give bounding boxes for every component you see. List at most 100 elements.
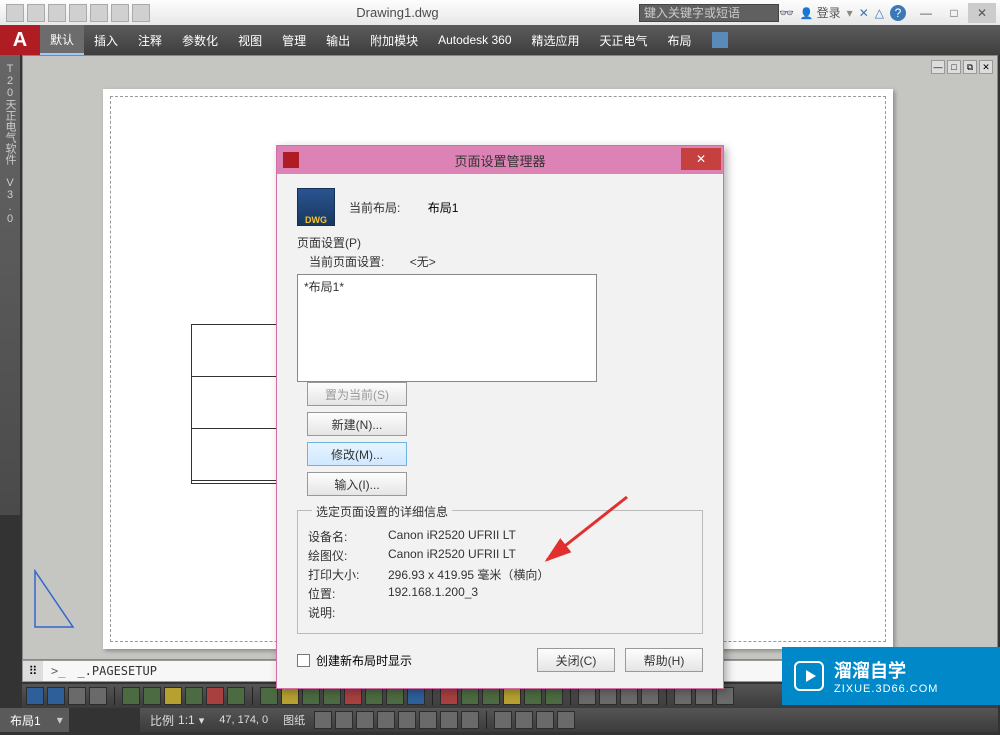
- tool-icon[interactable]: [716, 687, 734, 705]
- tool-icon[interactable]: [386, 687, 404, 705]
- tool-icon[interactable]: [578, 687, 596, 705]
- minimize-button[interactable]: ―: [912, 3, 940, 23]
- tool-icon[interactable]: [323, 687, 341, 705]
- dialog-footer: 创建新布局时显示 关闭(C) 帮助(H): [297, 648, 703, 672]
- qat-new-icon[interactable]: [6, 4, 24, 22]
- exchange-icon[interactable]: ✕: [859, 6, 869, 20]
- qat-print-icon[interactable]: [90, 4, 108, 22]
- qat-save-icon[interactable]: [48, 4, 66, 22]
- tool-icon[interactable]: [695, 687, 713, 705]
- tool-icon[interactable]: [227, 687, 245, 705]
- dialog-close-button[interactable]: ✕: [681, 148, 721, 170]
- tab-tangent[interactable]: 天正电气: [590, 25, 658, 55]
- import-button[interactable]: 输入(I)...: [307, 472, 407, 496]
- status-icon[interactable]: [356, 711, 374, 729]
- modify-button[interactable]: 修改(M)...: [307, 442, 407, 466]
- tool-icon[interactable]: [482, 687, 500, 705]
- paper-mode-button[interactable]: 图纸: [277, 712, 311, 728]
- tool-icon[interactable]: [440, 687, 458, 705]
- help-icon[interactable]: ?: [890, 5, 906, 21]
- tool-icon[interactable]: [461, 687, 479, 705]
- doc-restore-icon[interactable]: □: [947, 60, 961, 74]
- app-menu-button[interactable]: A: [0, 25, 40, 55]
- tool-icon[interactable]: [545, 687, 563, 705]
- qat-saveas-icon[interactable]: [69, 4, 87, 22]
- tool-icon[interactable]: [26, 687, 44, 705]
- tool-icon[interactable]: [674, 687, 692, 705]
- tool-icon[interactable]: [344, 687, 362, 705]
- tool-icon[interactable]: [365, 687, 383, 705]
- search-input[interactable]: 键入关键字或短语: [639, 4, 779, 22]
- search-placeholder: 键入关键字或短语: [644, 4, 740, 21]
- cloud-icon[interactable]: △: [875, 6, 884, 20]
- close-button[interactable]: ✕: [968, 3, 996, 23]
- watermark-badge: 溜溜自学 ZIXUE.3D66.COM: [782, 647, 1000, 705]
- tool-icon[interactable]: [620, 687, 638, 705]
- tab-autodesk360[interactable]: Autodesk 360: [428, 25, 521, 55]
- tool-icon[interactable]: [143, 687, 161, 705]
- page-setup-listbox[interactable]: *布局1*: [297, 274, 597, 382]
- tool-icon[interactable]: [281, 687, 299, 705]
- status-icon[interactable]: [440, 711, 458, 729]
- tab-default[interactable]: 默认: [40, 25, 84, 55]
- tool-icon[interactable]: [641, 687, 659, 705]
- tab-insert[interactable]: 插入: [84, 25, 128, 55]
- status-icon[interactable]: [419, 711, 437, 729]
- tool-icon[interactable]: [164, 687, 182, 705]
- ribbon-icon[interactable]: [712, 32, 728, 48]
- tool-icon[interactable]: [47, 687, 65, 705]
- current-layout-value: 布局1: [428, 201, 459, 215]
- document-window-controls: ― □ ⧉ ✕: [931, 60, 993, 74]
- description-label: 说明:: [308, 604, 388, 621]
- tab-featured[interactable]: 精选应用: [522, 25, 590, 55]
- tab-annotate[interactable]: 注释: [128, 25, 172, 55]
- help-button[interactable]: 帮助(H): [625, 648, 703, 672]
- status-icon[interactable]: [398, 711, 416, 729]
- tab-layout[interactable]: 布局: [658, 25, 702, 55]
- tab-addins[interactable]: 附加模块: [360, 25, 428, 55]
- status-icon[interactable]: [314, 711, 332, 729]
- tab-output[interactable]: 输出: [316, 25, 360, 55]
- layout-tab-button[interactable]: 布局1: [0, 712, 51, 729]
- tool-icon[interactable]: [260, 687, 278, 705]
- show-on-new-layout-checkbox[interactable]: [297, 654, 310, 667]
- new-button[interactable]: 新建(N)...: [307, 412, 407, 436]
- tool-icon[interactable]: [185, 687, 203, 705]
- tab-manage[interactable]: 管理: [272, 25, 316, 55]
- set-current-button[interactable]: 置为当前(S): [307, 382, 407, 406]
- current-setup-row: 当前页面设置: <无>: [309, 253, 703, 270]
- status-icon[interactable]: [461, 711, 479, 729]
- tool-icon[interactable]: [524, 687, 542, 705]
- command-grip-icon[interactable]: ⠿: [23, 661, 43, 681]
- layout-tab-dropdown-icon[interactable]: ▾: [51, 713, 69, 727]
- tool-icon[interactable]: [407, 687, 425, 705]
- binoculars-icon[interactable]: 👓: [779, 6, 794, 20]
- status-icon[interactable]: [335, 711, 353, 729]
- doc-close-icon[interactable]: ✕: [979, 60, 993, 74]
- tab-parametric[interactable]: 参数化: [172, 25, 228, 55]
- status-icon[interactable]: [536, 711, 554, 729]
- status-icon[interactable]: [515, 711, 533, 729]
- tool-icon[interactable]: [122, 687, 140, 705]
- qat-redo-icon[interactable]: [132, 4, 150, 22]
- tool-icon[interactable]: [68, 687, 86, 705]
- qat-undo-icon[interactable]: [111, 4, 129, 22]
- doc-cascade-icon[interactable]: ⧉: [963, 60, 977, 74]
- login-link[interactable]: 👤 登录: [800, 4, 841, 21]
- tool-icon[interactable]: [599, 687, 617, 705]
- doc-min-icon[interactable]: ―: [931, 60, 945, 74]
- close-dialog-button[interactable]: 关闭(C): [537, 648, 615, 672]
- tool-icon[interactable]: [89, 687, 107, 705]
- scale-control[interactable]: 比例 1:1 ▾: [144, 712, 210, 729]
- status-icon[interactable]: [557, 711, 575, 729]
- tool-icon[interactable]: [206, 687, 224, 705]
- status-icon[interactable]: [494, 711, 512, 729]
- qat-open-icon[interactable]: [27, 4, 45, 22]
- list-item[interactable]: *布局1*: [302, 277, 592, 296]
- status-icon[interactable]: [377, 711, 395, 729]
- tab-view[interactable]: 视图: [228, 25, 272, 55]
- tool-icon[interactable]: [503, 687, 521, 705]
- dialog-titlebar[interactable]: 页面设置管理器 ✕: [277, 146, 723, 174]
- maximize-button[interactable]: □: [940, 3, 968, 23]
- tool-icon[interactable]: [302, 687, 320, 705]
